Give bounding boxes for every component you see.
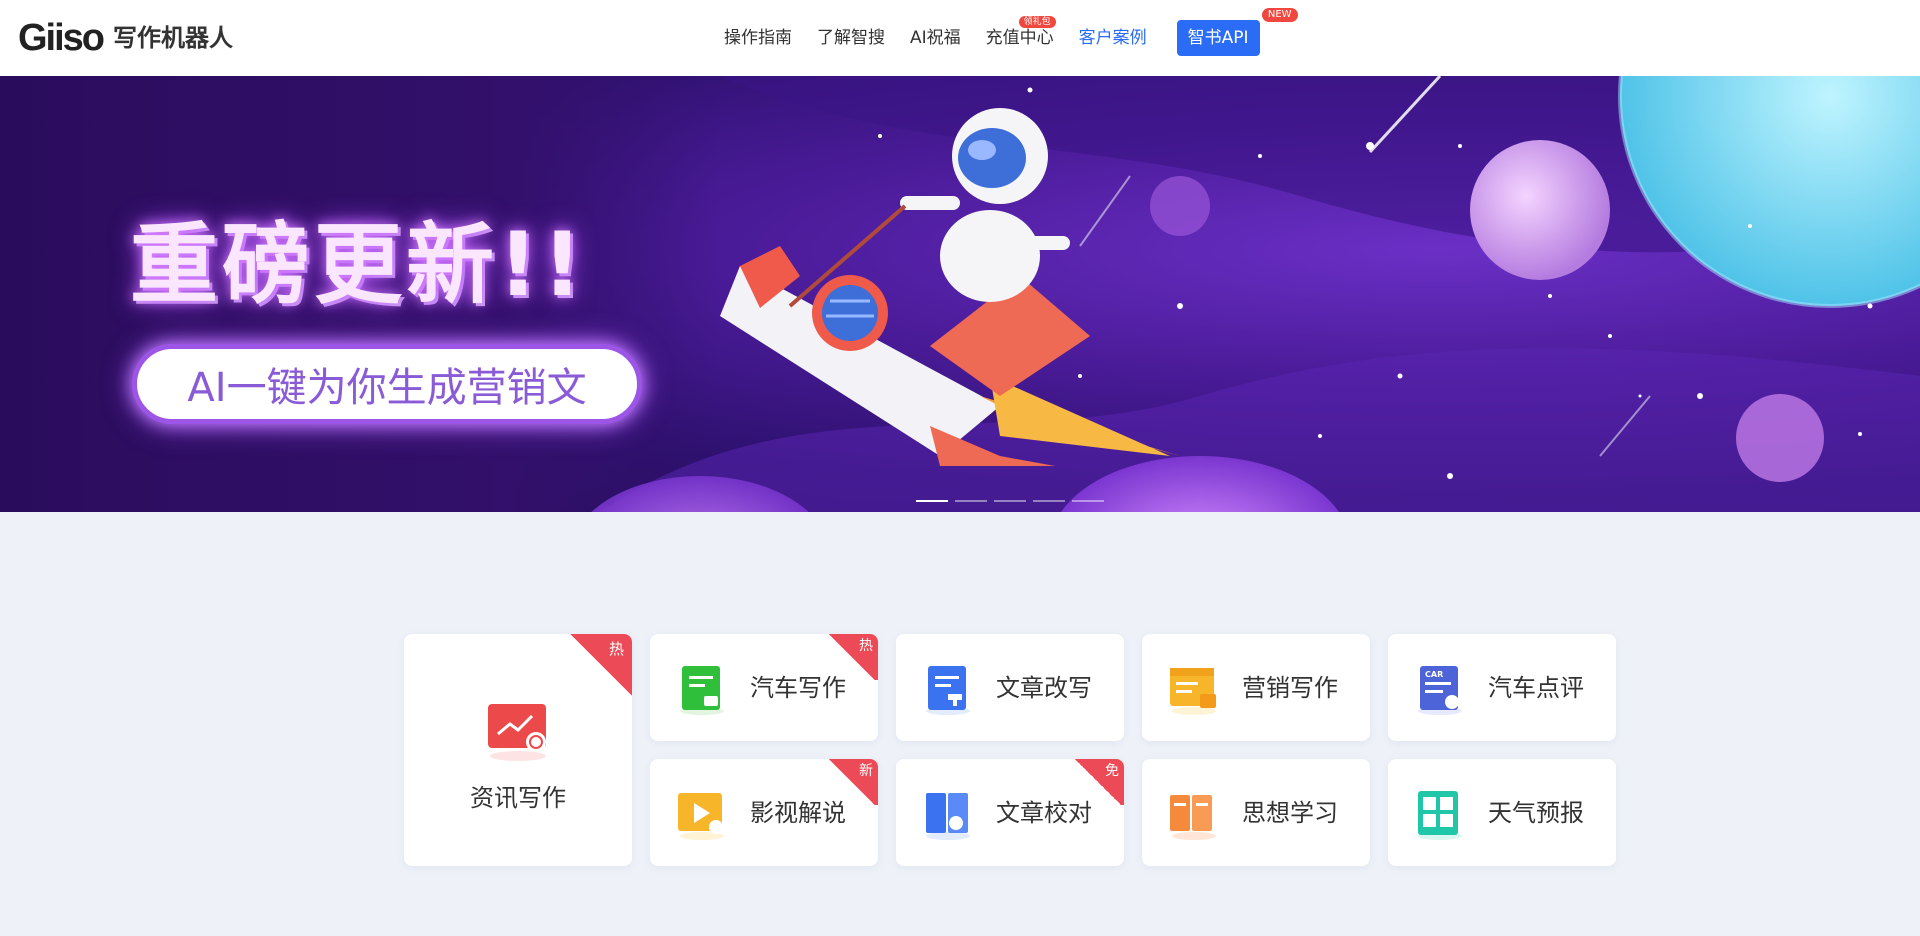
card-marketing-writing[interactable]: 营销写作: [1142, 634, 1370, 741]
car-review-icon: CAR: [1418, 666, 1462, 715]
carousel-dot-5[interactable]: [1072, 500, 1104, 502]
nav-item-cases[interactable]: 客户案例: [1079, 18, 1147, 58]
card-car-review[interactable]: CAR 汽车点评: [1388, 634, 1616, 741]
carousel-dot-3[interactable]: [994, 500, 1026, 502]
weather-forecast-icon: [1418, 791, 1462, 840]
logo-name: 写作机器人: [113, 24, 234, 52]
new-badge: NEW: [1261, 8, 1298, 22]
carousel-dot-2[interactable]: [955, 500, 987, 502]
card-label: 营销写作: [1242, 674, 1338, 702]
card-label: 文章校对: [996, 799, 1092, 827]
hot-tag: 热: [570, 634, 632, 696]
card-label: 文章改写: [996, 674, 1092, 702]
site-logo[interactable]: Giiso 写作机器人: [18, 18, 233, 58]
card-article-proofread[interactable]: 免 文章校对: [896, 759, 1124, 866]
card-label: 天气预报: [1488, 799, 1584, 827]
feature-cards: 热 资讯写作 热 汽车写作 文章改写 营销写作 CAR 汽车点评 新 影视解说 …: [404, 634, 1616, 866]
carousel-dot-4[interactable]: [1033, 500, 1065, 502]
card-car-writing[interactable]: 热 汽车写作: [650, 634, 878, 741]
card-label: 汽车点评: [1488, 674, 1584, 702]
svg-text:CAR: CAR: [1425, 670, 1443, 679]
article-proofread-icon: [926, 793, 970, 840]
banner-pill-text: AI一键为你生成营销文: [132, 344, 642, 424]
api-button[interactable]: 智书API NEW: [1176, 8, 1298, 56]
news-writing-icon: [488, 704, 546, 761]
card-label: 汽车写作: [750, 674, 846, 702]
thought-study-icon: [1170, 795, 1216, 840]
card-thought-study[interactable]: 思想学习: [1142, 759, 1370, 866]
car-writing-icon: [680, 666, 724, 715]
nav-item-guide[interactable]: 操作指南: [724, 18, 792, 58]
video-commentary-icon: [678, 793, 724, 840]
nav-item-ai-blessing[interactable]: AI祝福: [910, 18, 961, 58]
nav-item-recharge[interactable]: 充值中心 领礼包: [986, 16, 1056, 58]
card-news-writing[interactable]: 热 资讯写作: [404, 634, 632, 866]
card-label: 资讯写作: [470, 784, 566, 812]
top-header: Giiso 写作机器人 操作指南 了解智搜 AI祝福 充值中心 领礼包 客户案例…: [0, 0, 1920, 76]
nav-item-about[interactable]: 了解智搜: [817, 18, 885, 58]
carousel-indicators: [916, 500, 1111, 502]
main-nav: 操作指南 了解智搜 AI祝福 充值中心 领礼包 客户案例 智书API NEW: [724, 8, 1298, 58]
card-article-rewrite[interactable]: 文章改写: [896, 634, 1124, 741]
marketing-writing-icon: [1170, 668, 1216, 715]
hero-banner[interactable]: 重磅更新!! AI一键为你生成营销文: [0, 76, 1920, 512]
card-label: 影视解说: [750, 799, 846, 827]
logo-mark: Giiso: [18, 17, 105, 59]
article-rewrite-icon: [926, 666, 970, 715]
card-video-commentary[interactable]: 新 影视解说: [650, 759, 878, 866]
astronaut-illustration: [788, 108, 1070, 308]
banner-headline: 重磅更新!!: [130, 213, 587, 316]
card-weather-forecast[interactable]: 天气预报: [1388, 759, 1616, 866]
card-label: 思想学习: [1242, 799, 1338, 827]
carousel-dot-1[interactable]: [916, 500, 948, 502]
gift-badge: 领礼包: [1018, 16, 1056, 28]
